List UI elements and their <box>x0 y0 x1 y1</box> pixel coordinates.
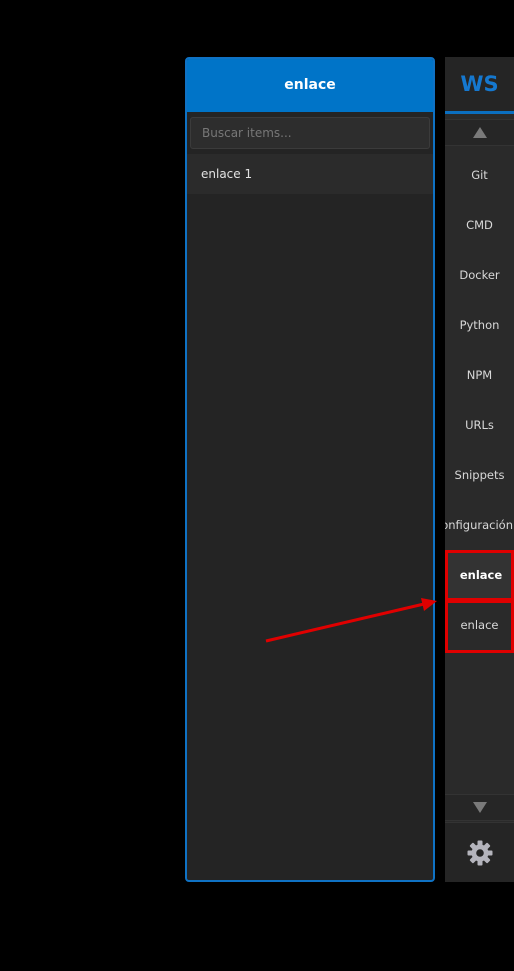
sidebar-item-urls[interactable]: URLs <box>445 400 514 450</box>
list-item[interactable]: enlace 1 <box>187 154 433 194</box>
panel-title: enlace <box>187 59 433 112</box>
sidebar-item-npm[interactable]: NPM <box>445 350 514 400</box>
sidebar-item-git[interactable]: Git <box>445 150 514 200</box>
sidebar-item-docker[interactable]: Docker <box>445 250 514 300</box>
settings-button[interactable] <box>445 822 514 882</box>
scroll-up-button[interactable] <box>445 119 514 146</box>
enlace-panel: enlace enlace 1 <box>185 57 435 882</box>
sidebar-item-enlace[interactable]: enlace <box>445 600 514 650</box>
sidebar-item-enlace-active[interactable]: enlace <box>445 550 514 600</box>
logo-text: WS <box>460 72 499 96</box>
sidebar-item-snippets[interactable]: Snippets <box>445 450 514 500</box>
scroll-down-button[interactable] <box>445 794 514 821</box>
search-input[interactable] <box>190 117 430 149</box>
triangle-up-icon <box>472 127 487 138</box>
sidebar-item-configuracion[interactable]: Configuración <box>445 500 514 550</box>
triangle-down-icon <box>472 802 487 813</box>
gear-icon <box>467 840 492 866</box>
sidebar-item-cmd[interactable]: CMD <box>445 200 514 250</box>
sidebar-dock: WS Git CMD Docker Python NPM URLs Snippe… <box>445 57 514 882</box>
sidebar-item-python[interactable]: Python <box>445 300 514 350</box>
app-logo: WS <box>445 57 514 114</box>
